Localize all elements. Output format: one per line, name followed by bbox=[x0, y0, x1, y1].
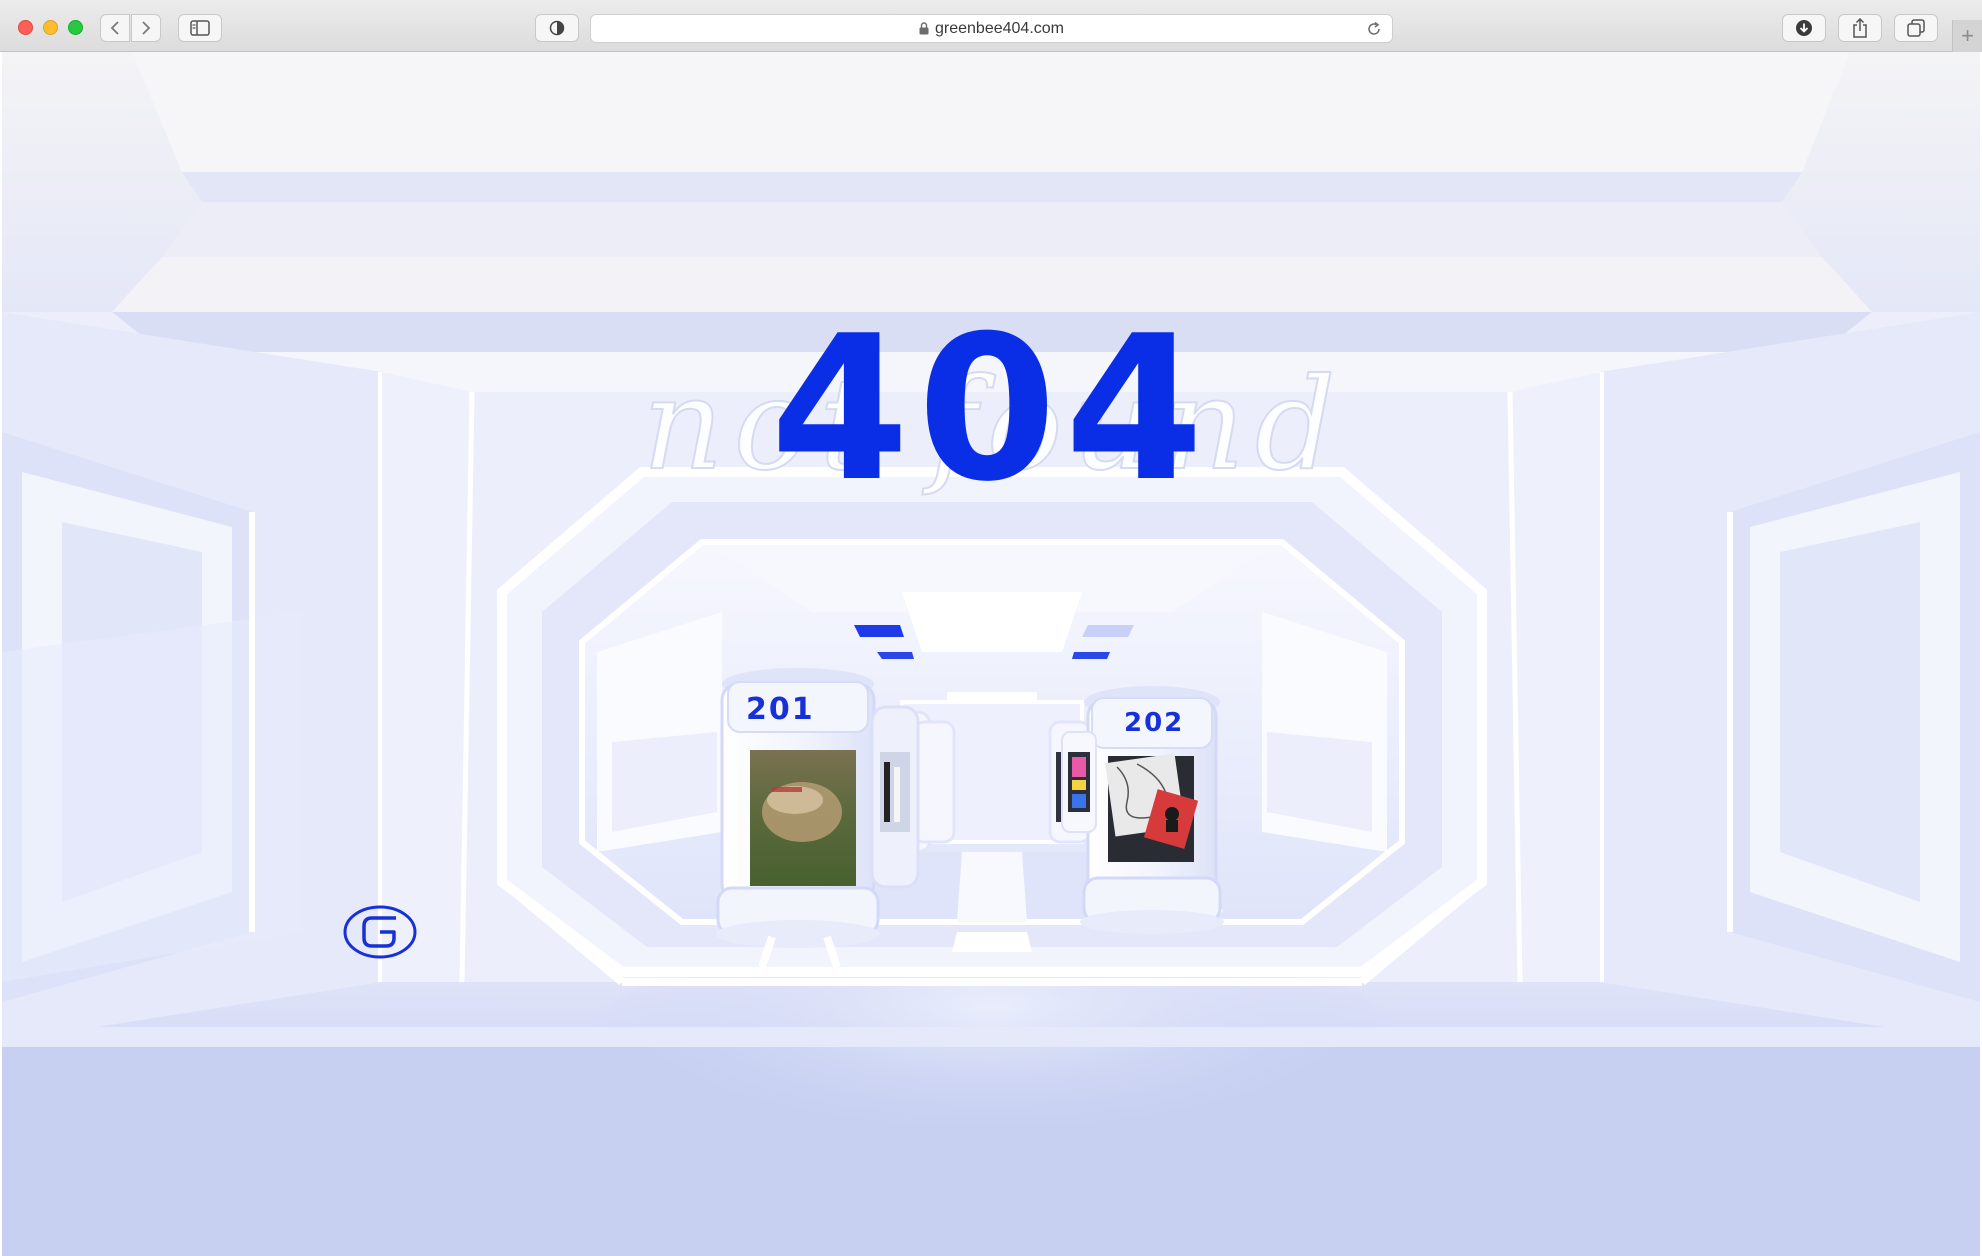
page-viewport: not found 404 201 202 bbox=[2, 52, 1980, 1256]
new-tab-button[interactable]: + bbox=[1952, 20, 1982, 52]
downloads-button[interactable] bbox=[1782, 14, 1826, 42]
forward-button[interactable] bbox=[131, 14, 161, 42]
corridor-scene[interactable] bbox=[2, 52, 1980, 1256]
share-icon bbox=[1853, 18, 1867, 38]
tab-overview-button[interactable] bbox=[1894, 14, 1938, 42]
share-button[interactable] bbox=[1838, 14, 1882, 42]
address-bar[interactable]: greenbee404.com bbox=[590, 14, 1393, 43]
window-minimize-button[interactable] bbox=[43, 20, 58, 35]
download-icon bbox=[1796, 20, 1812, 36]
tab-overview-icon bbox=[1907, 19, 1925, 37]
chevron-left-icon bbox=[110, 21, 119, 35]
chevron-right-icon bbox=[142, 21, 151, 35]
privacy-report-button[interactable] bbox=[535, 14, 579, 42]
privacy-shield-icon bbox=[549, 20, 565, 36]
back-button[interactable] bbox=[100, 14, 130, 42]
brand-logo-icon[interactable] bbox=[342, 902, 418, 962]
pod-label-201[interactable]: 201 bbox=[746, 692, 815, 727]
lock-icon bbox=[919, 22, 929, 35]
window-maximize-button[interactable] bbox=[68, 20, 83, 35]
pod-label-202[interactable]: 202 bbox=[1124, 708, 1184, 738]
browser-toolbar: greenbee404.com + bbox=[0, 0, 1982, 52]
url-text: greenbee404.com bbox=[935, 19, 1064, 37]
sidebar-icon bbox=[190, 20, 210, 36]
reload-icon[interactable] bbox=[1366, 21, 1382, 37]
sidebar-toggle-button[interactable] bbox=[178, 14, 222, 42]
window-close-button[interactable] bbox=[18, 20, 33, 35]
error-code-title: 404 bbox=[770, 293, 1212, 526]
